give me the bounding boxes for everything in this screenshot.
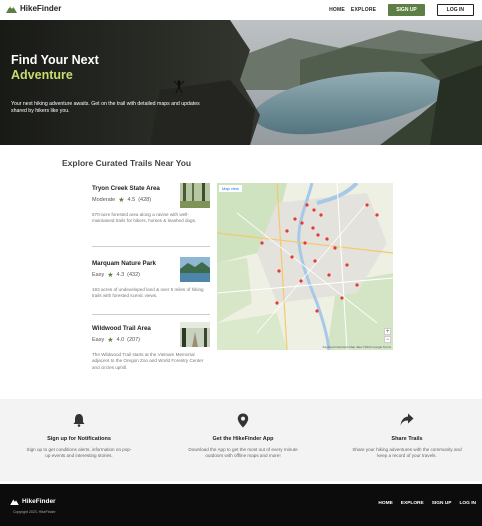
star-icon: ★: [107, 272, 114, 279]
feature-title: Get the HikeFinder App: [212, 436, 274, 442]
feature-text: Sign up to get conditions alerts, inform…: [26, 447, 132, 458]
login-button[interactable]: LOG IN: [436, 4, 474, 16]
trail-review-count: (428): [138, 197, 152, 203]
trail-difficulty: Easy: [92, 337, 105, 343]
zoom-in-button[interactable]: +: [384, 328, 391, 335]
nav-explore-link[interactable]: EXPLORE: [351, 7, 376, 13]
footer-signup-link[interactable]: SIGN UP: [432, 501, 452, 506]
trail-thumbnail[interactable]: [180, 322, 210, 347]
map-view-button[interactable]: Map view: [219, 185, 242, 192]
hero-banner: Find Your Next Adventure Your next hikin…: [0, 20, 482, 145]
signup-button[interactable]: SIGN UP: [388, 4, 425, 16]
hero-title-accent: Adventure: [11, 68, 73, 82]
main-nav: HOME EXPLORE SIGN UP LOG IN: [329, 4, 474, 16]
hero-title: Find Your Next Adventure: [11, 53, 99, 83]
footer-home-link[interactable]: HOME: [378, 501, 392, 506]
feature-text: Share your hiking adventures with the co…: [352, 447, 462, 458]
nav-home-link[interactable]: HOME: [329, 7, 345, 13]
footer-copyright: Copyright 2023, HikeFinder: [13, 510, 56, 514]
map-attribution: Keyboard shortcuts Map data ©2024 Google…: [322, 345, 391, 349]
bell-icon: [73, 414, 85, 427]
star-icon: ★: [118, 197, 125, 204]
trail-review-count: (432): [127, 272, 141, 278]
location-pin-icon: [237, 413, 249, 428]
trails-section-title: Explore Curated Trails Near You: [62, 158, 192, 168]
trails-map[interactable]: Map view + − Keyboard shortcuts Map data…: [217, 183, 393, 350]
brand-name: HikeFinder: [20, 4, 62, 13]
hero-title-line1: Find Your Next: [11, 53, 99, 67]
mountain-logo-icon: [10, 499, 19, 505]
trail-divider: [92, 314, 210, 315]
trail-review-count: (207): [127, 337, 141, 343]
footer-explore-link[interactable]: EXPLORE: [401, 501, 424, 506]
trail-difficulty: Moderate: [92, 197, 116, 203]
trail-description: 193 acres of undeveloped land & over 5 m…: [92, 287, 204, 299]
mountain-logo-icon: [6, 6, 17, 13]
footer-nav: HOME EXPLORE SIGN UP LOG IN: [378, 501, 476, 506]
trail-thumbnail[interactable]: [180, 257, 210, 282]
trail-description: 670-acre forested area along a ravine wi…: [92, 212, 197, 224]
top-navbar: HikeFinder HOME EXPLORE SIGN UP LOG IN: [0, 0, 482, 20]
trail-difficulty: Easy: [92, 272, 105, 278]
trail-thumbnail[interactable]: [180, 183, 210, 208]
features-strip: Sign up for Notifications Sign up to get…: [0, 399, 482, 481]
feature-title: Sign up for Notifications: [47, 436, 111, 442]
feature-title: Share Trails: [391, 436, 423, 442]
trail-rating: 4.5: [127, 197, 136, 203]
star-icon: ★: [107, 337, 114, 344]
forest-image: [180, 183, 210, 208]
lake-image: [180, 257, 210, 282]
brand-logo[interactable]: HikeFinder: [6, 4, 61, 13]
feature-text: Download the App to get the most out of …: [188, 447, 298, 458]
footer-login-link[interactable]: LOG IN: [459, 501, 476, 506]
site-footer: HikeFinder Copyright 2023, HikeFinder HO…: [0, 484, 482, 526]
trail-rating: 4.3: [116, 272, 125, 278]
footer-brand-logo[interactable]: HikeFinder: [10, 498, 56, 505]
trail-description: The Wildwood Trail starts at the Vietnam…: [92, 352, 204, 370]
forest-path-image: [180, 322, 210, 347]
footer-brand-name: HikeFinder: [22, 498, 56, 505]
trail-rating: 4.0: [116, 337, 125, 343]
zoom-out-button[interactable]: −: [384, 336, 391, 343]
hero-subtitle: Your next hiking adventure awaits. Get o…: [11, 101, 200, 114]
map-canvas[interactable]: [217, 183, 393, 350]
trail-divider: [92, 246, 210, 247]
share-icon: [400, 413, 414, 426]
